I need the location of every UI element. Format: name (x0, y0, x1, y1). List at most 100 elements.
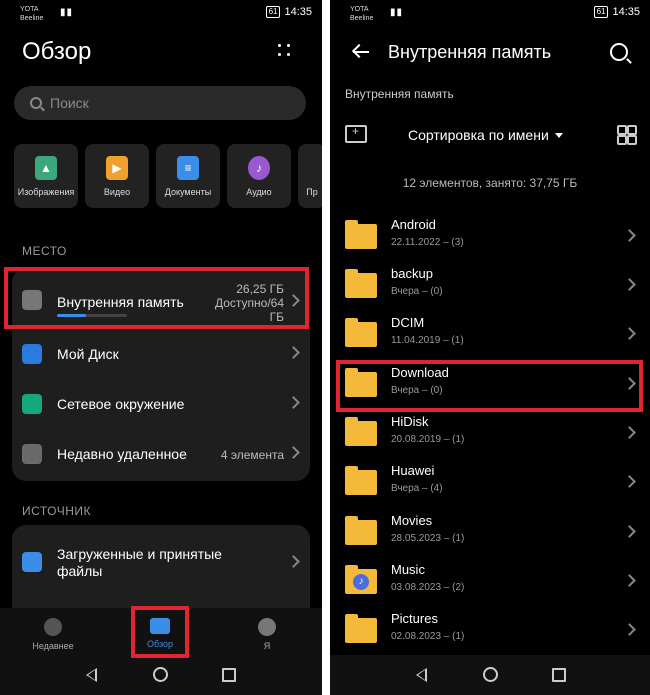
chevron-right-icon (623, 426, 636, 439)
system-nav-keys (330, 665, 650, 685)
location-label: Сетевое окружение (57, 396, 185, 412)
internal-storage-screen: YOTA Beeline ▮▮ 61 14:35 Внутренняя памят… (330, 0, 650, 695)
recently-deleted-row[interactable]: Недавно удаленное 4 элемента (12, 430, 310, 480)
folder-name: Android (391, 217, 436, 232)
breadcrumb[interactable]: Внутренняя память (345, 87, 454, 101)
chevron-right-icon (623, 475, 636, 488)
status-right: 61 14:35 (593, 6, 640, 18)
folder-meta: 02.08.2023 – (1) (391, 631, 465, 642)
page-title: Обзор (22, 38, 92, 65)
folder-name: Movies (391, 513, 433, 528)
search-placeholder: Поиск (50, 95, 89, 111)
recents-key-icon[interactable] (552, 668, 566, 682)
back-key-icon[interactable] (416, 668, 427, 682)
section-source: ИСТОЧНИК (22, 504, 92, 518)
deleted-count: 4 элемента (220, 448, 284, 462)
clock: 14:35 (284, 6, 312, 18)
system-nav-bar (330, 655, 650, 695)
location-label: Мой Диск (57, 346, 119, 362)
tab-label: Я (263, 641, 271, 651)
trash-icon (22, 444, 42, 464)
chevron-right-icon (287, 446, 300, 459)
category-label: Изображения (17, 187, 75, 197)
signal-icon: ▮▮ (390, 7, 404, 18)
image-icon: ▲ (35, 156, 57, 180)
folder-row[interactable]: HiDisk 20.08.2019 – (1) (330, 409, 650, 458)
chevron-right-icon (623, 278, 636, 291)
category-audio[interactable]: ♪ Аудио (227, 144, 291, 208)
folder-row[interactable]: Movies 28.05.2023 – (1) (330, 508, 650, 557)
chevron-right-icon (287, 555, 300, 568)
clock: 14:35 (612, 6, 640, 18)
folder-meta: 22.11.2022 – (3) (391, 237, 464, 248)
back-arrow-icon[interactable] (352, 44, 370, 60)
folder-row[interactable]: Pictures 02.08.2023 – (1) (330, 606, 650, 655)
network-icon (22, 394, 42, 414)
category-more[interactable]: Пр (298, 144, 322, 208)
folder-meta: Вчера – (0) (391, 286, 443, 297)
play-icon: ▶ (106, 156, 128, 180)
folder-meta: 11.04.2019 – (1) (391, 335, 464, 346)
downloads-label-line2: файлы (57, 563, 103, 579)
more-menu-icon[interactable] (278, 44, 292, 58)
recents-key-icon[interactable] (222, 668, 236, 682)
folder-row[interactable]: Huawei Вчера – (4) (330, 458, 650, 507)
search-bar[interactable]: Поиск (14, 86, 306, 120)
back-key-icon[interactable] (86, 668, 97, 682)
search-icon[interactable] (610, 43, 628, 61)
chevron-right-icon (623, 229, 636, 242)
user-icon (258, 618, 276, 636)
location-label: Недавно удаленное (57, 446, 187, 462)
network-row[interactable]: Сетевое окружение (12, 380, 310, 430)
chevron-right-icon (623, 574, 636, 587)
more-icon (301, 156, 322, 180)
folder-name: DCIM (391, 315, 425, 330)
folder-icon (345, 417, 377, 446)
category-label: Документы (164, 187, 212, 197)
folder-row[interactable]: DCIM 11.04.2019 – (1) (330, 310, 650, 359)
page-title: Внутренняя память (388, 42, 552, 62)
folder-name: backup (391, 266, 433, 281)
new-folder-icon[interactable] (345, 124, 367, 143)
clock-icon (44, 618, 62, 636)
folder-icon (345, 318, 377, 347)
folder-icon (345, 466, 377, 495)
browse-screen: YOTA Beeline ▮▮ 61 14:35 Обзор Поиск ▲ Из… (0, 0, 322, 695)
folder-row[interactable]: ♪ Music 03.08.2023 – (2) (330, 557, 650, 606)
category-documents[interactable]: ≡ Документы (156, 144, 220, 208)
carrier-labels: YOTA Beeline (20, 5, 43, 23)
chevron-right-icon (623, 623, 636, 636)
folder-row[interactable]: Android 22.11.2022 – (3) (330, 212, 650, 261)
folder-meta: 03.08.2023 – (2) (391, 582, 465, 593)
carrier-2: Beeline (350, 15, 374, 22)
home-key-icon[interactable] (483, 667, 498, 682)
caret-down-icon (554, 133, 563, 138)
sort-dropdown[interactable]: Сортировка по имени (408, 127, 563, 143)
folder-name: Music (391, 562, 425, 577)
my-drive-row[interactable]: Мой Диск (12, 330, 310, 380)
category-label: Видео (103, 187, 131, 197)
cloud-icon (22, 344, 42, 364)
folder-name: Huawei (391, 463, 435, 478)
grid-view-icon[interactable] (617, 125, 637, 145)
carrier-2: Beeline (20, 15, 44, 22)
tab-me[interactable]: Я (237, 618, 297, 651)
status-bar: YOTA Beeline ▮▮ 61 14:35 (0, 0, 322, 26)
folder-summary: 12 элементов, занято: 37,75 ГБ (402, 176, 578, 190)
category-images[interactable]: ▲ Изображения (14, 144, 78, 208)
folder-icon (345, 614, 377, 643)
downloads-row[interactable]: Загруженные и принятые файлы (12, 535, 310, 585)
signal-icon: ▮▮ (60, 7, 74, 18)
tab-label: Недавнее (32, 641, 74, 651)
status-bar: YOTA Beeline ▮▮ 61 14:35 (330, 0, 650, 26)
battery-icon: 61 (593, 6, 609, 18)
folder-row[interactable]: backup Вчера – (0) (330, 261, 650, 310)
category-video[interactable]: ▶ Видео (85, 144, 149, 208)
sort-label: Сортировка по имени (408, 127, 549, 143)
chevron-right-icon (623, 525, 636, 538)
tab-recent[interactable]: Недавнее (23, 618, 83, 651)
category-label: Аудио (246, 187, 272, 197)
folder-name: Pictures (391, 611, 438, 626)
home-key-icon[interactable] (153, 667, 168, 682)
status-right: 61 14:35 (265, 6, 312, 18)
